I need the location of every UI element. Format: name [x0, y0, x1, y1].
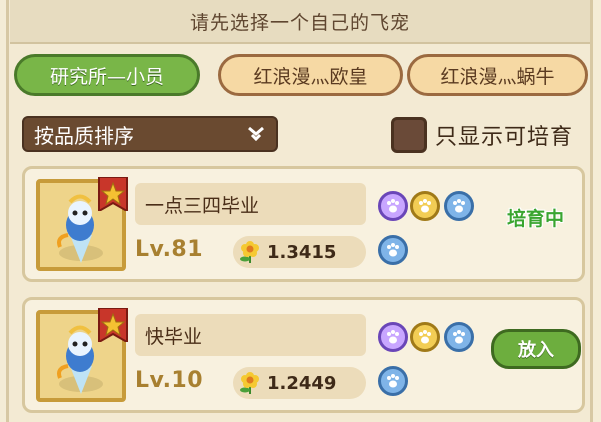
sort-dropdown[interactable]: 按品质排序: [22, 116, 278, 152]
tab-label: 红浪漫灬蜗牛: [440, 65, 555, 88]
blue-paw-icon[interactable]: [378, 366, 408, 396]
tab-owner-2[interactable]: 红浪漫灬欧皇: [218, 54, 403, 96]
tab-owner-3[interactable]: 红浪漫灬蜗牛: [407, 54, 588, 96]
panel-title: 请先选择一个自己的飞宠: [189, 11, 410, 34]
pet-name: 快毕业: [145, 325, 203, 348]
pet-power-box: 1.2449: [233, 367, 366, 399]
star-badge-icon: [97, 307, 129, 344]
panel-header: 请先选择一个自己的飞宠: [10, 0, 590, 44]
tab-owner-1[interactable]: 研究所—小员: [14, 54, 200, 96]
place-button[interactable]: 放入: [491, 329, 581, 369]
pet-card[interactable]: 一点三四毕业 Lv.81 1.3415 培育中: [22, 166, 585, 282]
purple-paw-icon[interactable]: [378, 322, 408, 352]
owner-tabs: 研究所—小员 红浪漫灬欧皇 红浪漫灬蜗牛: [14, 54, 589, 98]
pet-name: 一点三四毕业: [145, 194, 260, 217]
place-button-label: 放入: [518, 340, 554, 361]
filter-label: 只显示可培育: [435, 125, 574, 150]
pet-level: Lv.81: [135, 237, 204, 262]
pet-status: 培育中: [507, 208, 565, 230]
pet-level: Lv.10: [135, 368, 204, 393]
filter-toggle[interactable]: 只显示可培育: [391, 114, 573, 156]
tab-label: 红浪漫灬欧皇: [253, 65, 368, 88]
pet-power: 1.2449: [267, 372, 337, 394]
flower-icon: [237, 369, 263, 395]
tab-label: 研究所—小员: [49, 65, 164, 88]
blue-paw-icon[interactable]: [378, 235, 408, 265]
purple-paw-icon[interactable]: [378, 191, 408, 221]
pet-name-box: 快毕业: [135, 314, 366, 356]
blue-paw-icon[interactable]: [444, 191, 474, 221]
chevron-down-icon: [246, 125, 266, 143]
pet-name-box: 一点三四毕业: [135, 183, 366, 225]
pet-power-box: 1.3415: [233, 236, 366, 268]
gold-paw-icon[interactable]: [410, 191, 440, 221]
pet-power: 1.3415: [267, 241, 337, 263]
filter-checkbox[interactable]: [391, 117, 427, 153]
flower-icon: [237, 238, 263, 264]
sort-label: 按品质排序: [34, 123, 134, 148]
gold-paw-icon[interactable]: [410, 322, 440, 352]
pet-card[interactable]: 快毕业 Lv.10 1.2449 放入: [22, 297, 585, 413]
star-badge-icon: [97, 176, 129, 213]
blue-paw-icon[interactable]: [444, 322, 474, 352]
